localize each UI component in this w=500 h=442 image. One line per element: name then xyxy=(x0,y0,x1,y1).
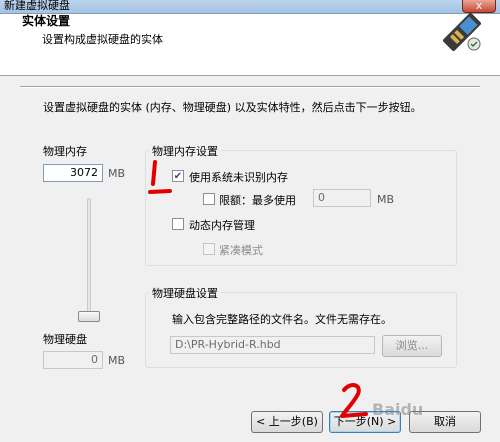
dynamic-memory-label: 动态内存管理 xyxy=(189,219,255,232)
use-unrecognized-memory-label: 使用系统未识别内存 xyxy=(189,171,288,184)
physical-disk-unit: MB xyxy=(108,354,126,367)
disk-settings-title: 物理硬盘设置 xyxy=(149,285,221,301)
disk-path-input[interactable]: D:\PR-Hybrid-R.hbd xyxy=(170,336,375,354)
annotation-mark-1 xyxy=(148,160,172,194)
checkmark-icon: ✔ xyxy=(173,171,183,182)
page-title: 实体设置 xyxy=(22,14,71,28)
memory-slider-track[interactable] xyxy=(87,198,91,316)
back-button[interactable]: < 上一步(B) xyxy=(251,411,323,433)
browse-button[interactable]: 浏览... xyxy=(382,335,442,357)
description-text: 设置虚拟硬盘的实体 (内存、物理硬盘) 以及实体特性，然后点击下一步按钮。 xyxy=(43,101,422,114)
physical-disk-input[interactable]: 0 xyxy=(43,351,103,369)
virtual-disk-icon xyxy=(443,13,481,51)
page-subtitle: 设置构成虚拟硬盘的实体 xyxy=(42,33,163,46)
physical-disk-label: 物理硬盘 xyxy=(43,333,87,346)
physical-memory-input[interactable]: 3072 xyxy=(43,164,103,182)
limit-label: 限额：最多使用 xyxy=(219,194,296,207)
memory-settings-title: 物理内存设置 xyxy=(149,143,221,159)
memory-settings-group xyxy=(145,150,457,266)
memory-slider-thumb[interactable] xyxy=(78,311,100,322)
physical-memory-label: 物理内存 xyxy=(43,145,87,158)
limit-checkbox[interactable] xyxy=(203,193,215,205)
compact-mode-label: 紧凑模式 xyxy=(219,244,263,257)
title-bar: 新建虚拟硬盘 xyxy=(0,0,500,14)
limit-unit: MB xyxy=(377,193,395,206)
dynamic-memory-checkbox[interactable] xyxy=(172,218,184,230)
limit-input[interactable]: 0 xyxy=(313,189,371,207)
disk-path-hint: 输入包含完整路径的文件名。文件无需存在。 xyxy=(172,313,392,326)
watermark: Baidu xyxy=(372,400,424,419)
compact-mode-checkbox[interactable] xyxy=(203,243,215,255)
annotation-mark-2 xyxy=(340,383,368,418)
header-separator xyxy=(20,86,480,88)
physical-memory-unit: MB xyxy=(108,167,126,180)
